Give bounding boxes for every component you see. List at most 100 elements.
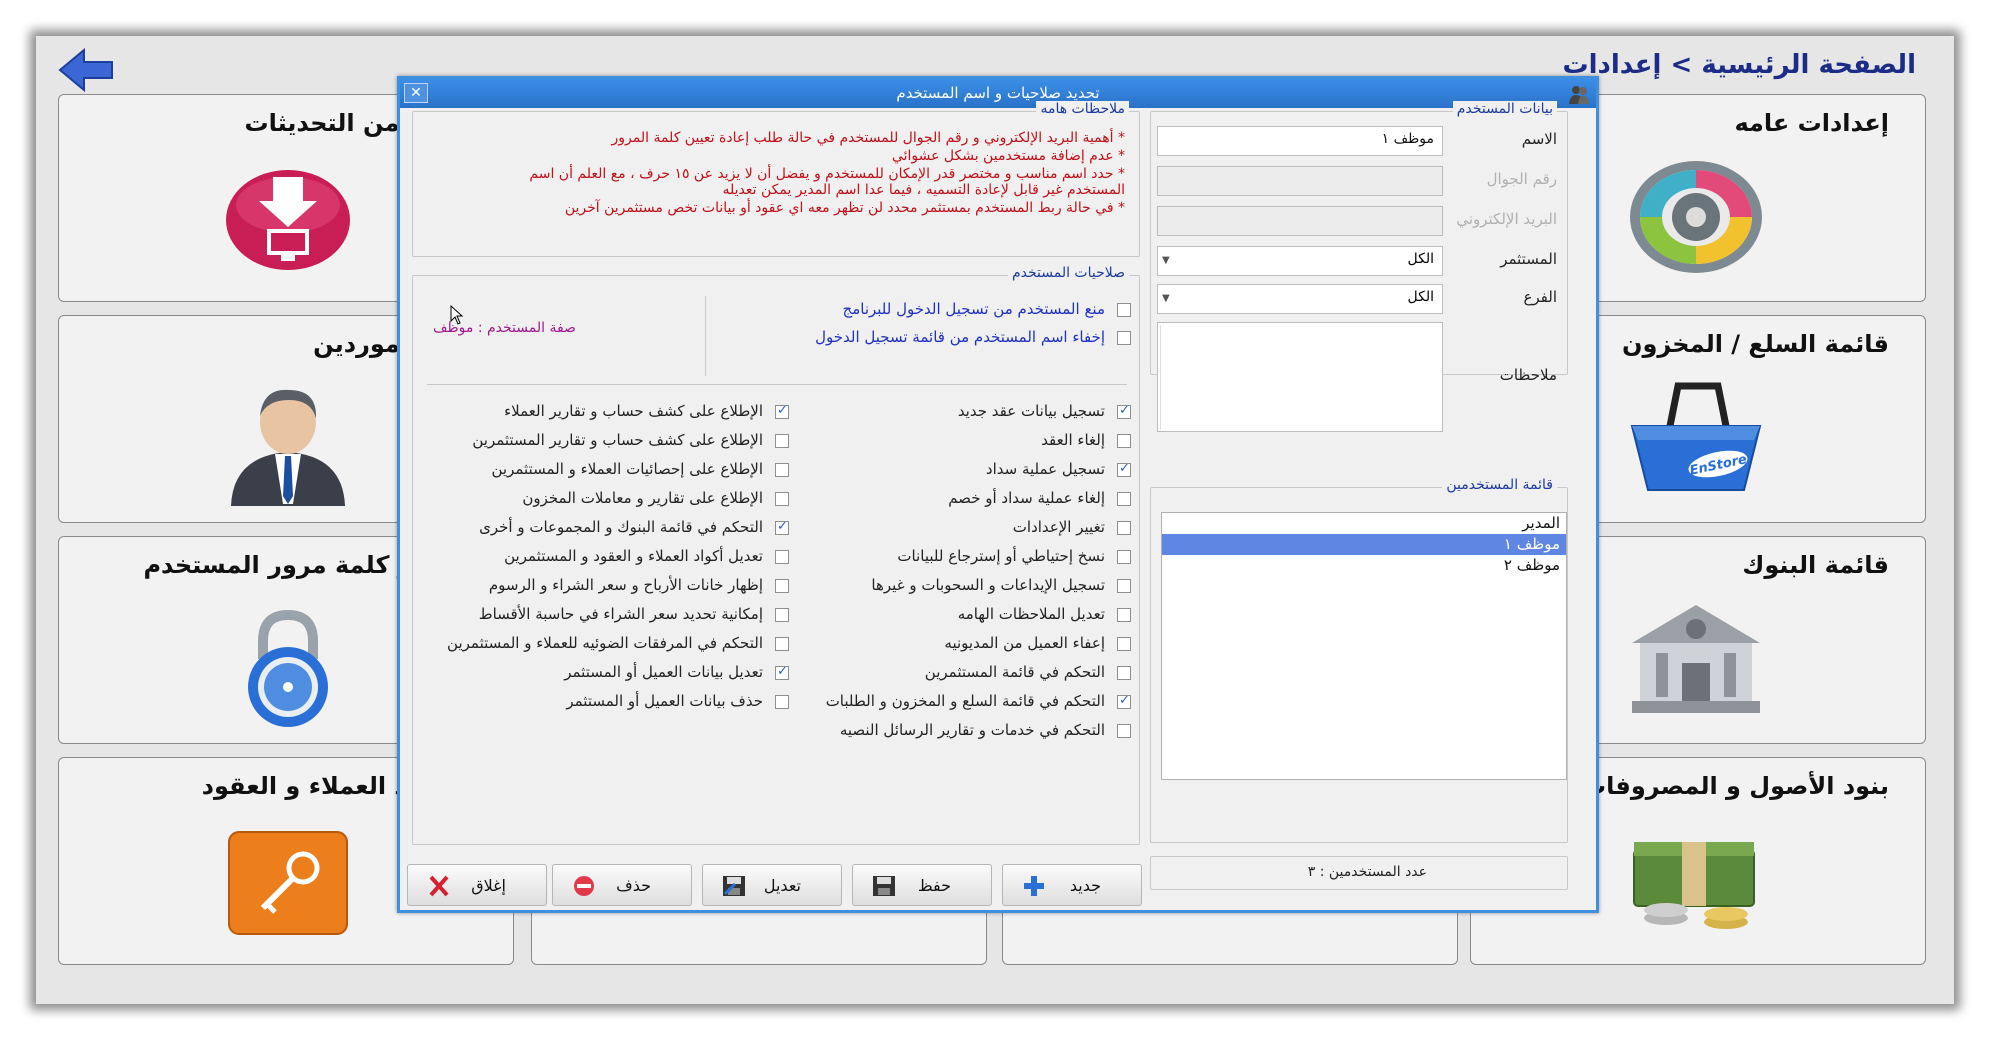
list-item[interactable]: موظف ١ — [1162, 534, 1566, 555]
permission-checkbox[interactable]: تعديل بيانات العميل أو المستثمر — [564, 663, 789, 685]
branch-select[interactable]: الكل ▼ — [1157, 284, 1443, 314]
group-caption: ملاحظات هامه — [1036, 101, 1129, 117]
permission-checkbox[interactable]: التحكم في قائمة المستثمرين — [925, 663, 1131, 685]
checkbox[interactable] — [1117, 520, 1131, 535]
edit-button[interactable]: تعديل — [702, 864, 842, 906]
permission-checkbox[interactable]: الإطلاع على تقارير و معاملات المخزون — [522, 489, 789, 511]
checkbox[interactable] — [775, 694, 789, 709]
checkbox[interactable] — [1117, 636, 1131, 651]
permission-checkbox[interactable]: إلغاء العقد — [1041, 431, 1131, 453]
list-item[interactable]: المدير — [1162, 513, 1566, 534]
permission-checkbox[interactable]: إعفاء العميل من المديونيه — [944, 634, 1131, 656]
permission-label: نسخ إحتياطي أو إسترجاع للبيانات — [897, 547, 1105, 565]
floppy-edit-icon — [723, 876, 745, 896]
permission-checkbox[interactable]: التحكم في خدمات و تقارير الرسائل النصيه — [840, 721, 1131, 743]
checkbox[interactable] — [775, 519, 789, 535]
permission-checkbox[interactable]: التحكم في قائمة السلع و المخزون و الطلبا… — [826, 692, 1131, 714]
new-button[interactable]: جديد — [1002, 864, 1142, 906]
permission-label: إلغاء عملية سداد أو خصم — [948, 489, 1105, 507]
checkbox[interactable] — [1117, 578, 1131, 593]
permission-label: الإطلاع على كشف حساب و تقارير العملاء — [504, 402, 763, 420]
checkbox[interactable] — [775, 403, 789, 419]
list-item[interactable]: موظف ٢ — [1162, 555, 1566, 576]
notes-textarea[interactable] — [1157, 322, 1443, 432]
checkbox[interactable] — [1117, 461, 1131, 477]
permission-label: إخفاء اسم المستخدم من قائمة تسجيل الدخول — [815, 328, 1105, 346]
permission-checkbox[interactable]: تسجيل الإيداعات و السحوبات و غيرها — [871, 576, 1131, 598]
permission-label: تعديل الملاحظات الهامه — [957, 605, 1105, 623]
users-count: عدد المستخدمين : ٣ — [1307, 864, 1427, 880]
permission-checkbox[interactable]: التحكم في قائمة البنوك و المجموعات و أخر… — [479, 518, 789, 540]
app-window: الصفحة الرئيسية > إعدادات التحقق من التح… — [0, 0, 1990, 1045]
important-notes-group: ملاحظات هامه * أهمية البريد الإلكتروني و… — [412, 101, 1140, 257]
checkbox[interactable] — [1117, 723, 1131, 738]
delete-button[interactable]: حذف — [552, 864, 692, 906]
close-icon[interactable]: ✕ — [404, 83, 428, 103]
checkbox[interactable] — [775, 664, 789, 680]
scrollbar[interactable] — [1160, 325, 1170, 429]
permission-checkbox[interactable]: الإطلاع على كشف حساب و تقارير العملاء — [504, 402, 789, 424]
plus-icon — [1024, 876, 1044, 896]
download-update-icon — [226, 170, 350, 270]
checkbox[interactable] — [775, 636, 789, 651]
permission-label: التحكم في خدمات و تقارير الرسائل النصيه — [839, 721, 1105, 739]
permission-checkbox[interactable]: التحكم في المرفقات الضوئيه للعملاء و الم… — [447, 634, 789, 656]
permission-checkbox[interactable]: تغيير الإعدادات — [1013, 518, 1131, 540]
email-input[interactable] — [1157, 206, 1443, 236]
permission-checkbox[interactable]: تسجيل عملية سداد — [986, 460, 1131, 482]
tile-title: قائمة السلع / المخزون — [1621, 330, 1889, 358]
close-button[interactable]: إغلاق — [407, 864, 547, 906]
checkbox[interactable] — [775, 491, 789, 506]
money-stack-icon — [1633, 842, 1755, 929]
permission-label: حذف بيانات العميل أو المستثمر — [566, 692, 763, 710]
permission-checkbox[interactable]: تعديل الملاحظات الهامه — [958, 605, 1131, 627]
permission-label: الإطلاع على كشف حساب و تقارير المستثمرين — [472, 431, 763, 449]
checkbox[interactable] — [1117, 665, 1131, 680]
users-icon — [1569, 86, 1589, 104]
permission-checkbox[interactable]: تسجيل بيانات عقد جديد — [958, 402, 1131, 424]
checkbox[interactable] — [1117, 302, 1131, 317]
name-input[interactable]: موظف ١ — [1157, 126, 1443, 156]
branch-value: الكل — [1407, 289, 1435, 305]
save-button[interactable]: حفظ — [852, 864, 992, 906]
permission-checkbox[interactable]: تعديل أكواد العملاء و العقود و المستثمري… — [504, 547, 789, 569]
close-label: إغلاق — [471, 876, 506, 895]
checkbox[interactable] — [775, 607, 789, 622]
permission-label: الإطلاع على إحصائيات العملاء و المستثمري… — [491, 460, 763, 478]
checkbox[interactable] — [1117, 491, 1131, 506]
checkbox[interactable] — [775, 462, 789, 477]
permission-checkbox[interactable]: إخفاء اسم المستخدم من قائمة تسجيل الدخول — [815, 328, 1131, 350]
permission-label: التحكم في المرفقات الضوئيه للعملاء و الم… — [447, 634, 763, 652]
checkbox[interactable] — [775, 549, 789, 564]
permission-label: إعفاء العميل من المديونيه — [944, 634, 1105, 652]
checkbox[interactable] — [775, 433, 789, 448]
permission-label: منع المستخدم من تسجيل الدخول للبرنامج — [842, 300, 1105, 318]
note-line: * في حالة ربط المستخدم بمستثمر محدد لن ت… — [564, 200, 1125, 216]
permission-checkbox[interactable]: إمكانية تحديد سعر الشراء في حاسبة الأقسا… — [479, 605, 789, 627]
mobile-input[interactable] — [1157, 166, 1443, 196]
users-count-bar: عدد المستخدمين : ٣ — [1150, 856, 1568, 890]
permission-checkbox[interactable]: حذف بيانات العميل أو المستثمر — [566, 692, 789, 714]
back-arrow-icon[interactable] — [56, 46, 116, 94]
checkbox[interactable] — [1117, 549, 1131, 564]
checkbox[interactable] — [1117, 693, 1131, 709]
investor-select[interactable]: الكل ▼ — [1157, 246, 1443, 276]
checkbox[interactable] — [1117, 403, 1131, 419]
permission-checkbox[interactable]: إظهار خانات الأرباح و سعر الشراء و الرسو… — [489, 576, 789, 598]
checkbox[interactable] — [1117, 433, 1131, 448]
mobile-label: رقم الجوال — [1486, 170, 1557, 188]
note-line: * عدم إضافة مستخدمين بشكل عشوائي — [891, 148, 1125, 164]
permission-label: إلغاء العقد — [1041, 431, 1105, 449]
permission-checkbox[interactable]: الإطلاع على إحصائيات العملاء و المستثمري… — [491, 460, 789, 482]
checkbox[interactable] — [1117, 330, 1131, 345]
permission-checkbox[interactable]: نسخ إحتياطي أو إسترجاع للبيانات — [897, 547, 1131, 569]
permission-checkbox[interactable]: منع المستخدم من تسجيل الدخول للبرنامج — [843, 300, 1131, 322]
gear-gauge-icon — [1630, 161, 1762, 273]
user-permissions-dialog: تحديد صلاحيات و اسم المستخدم ✕ بيانات ال… — [397, 76, 1599, 913]
checkbox[interactable] — [775, 578, 789, 593]
floppy-disk-icon — [873, 876, 895, 896]
permission-checkbox[interactable]: إلغاء عملية سداد أو خصم — [948, 489, 1131, 511]
users-listbox[interactable]: المدير موظف ١ موظف ٢ — [1161, 512, 1567, 780]
permission-checkbox[interactable]: الإطلاع على كشف حساب و تقارير المستثمرين — [472, 431, 789, 453]
checkbox[interactable] — [1117, 607, 1131, 622]
